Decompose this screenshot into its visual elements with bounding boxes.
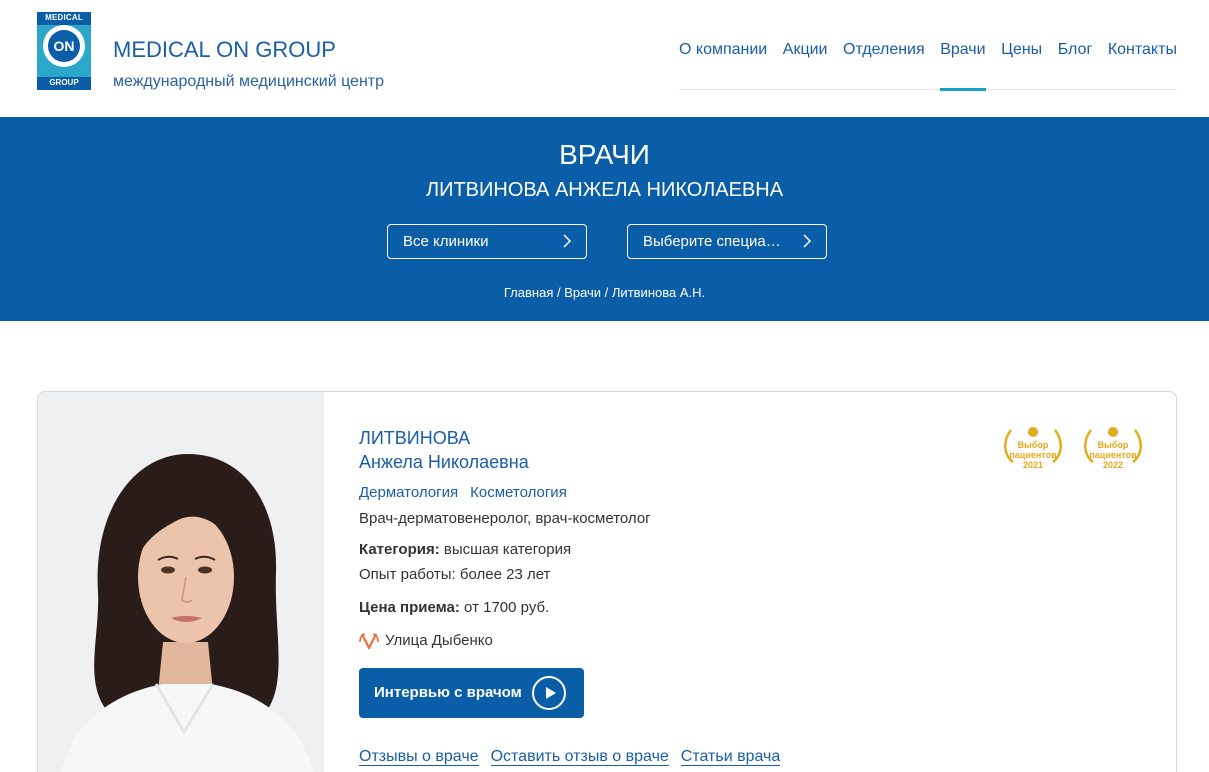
doctor-heading: ЛИТВИНОВА АНЖЕЛА НИКОЛАЕВНА (425, 179, 784, 201)
doctor-surname: ЛИТВИНОВА (359, 428, 471, 448)
specialty-links: Дерматология Косметология (359, 484, 579, 501)
award-year: 2022 (1102, 460, 1124, 470)
metro-station: Улица Дыбенко (359, 632, 493, 650)
nav-item-blog[interactable]: Блог (1058, 36, 1093, 90)
price-value: от 1700 руб. (459, 599, 550, 616)
doctor-portrait-image (38, 392, 324, 772)
nav-item-departments[interactable]: Отделения (843, 36, 925, 90)
chevron-right-icon (803, 234, 812, 248)
logo-text-top: MEDICAL (45, 13, 83, 22)
site-header: MEDICAL ON GROUP MEDICAL ON GROUP междун… (0, 0, 1209, 117)
specialty-link-dermatology[interactable]: Дерматология (359, 484, 458, 501)
category-label: Категория: (359, 541, 440, 558)
award-line2: пациентов (1089, 450, 1137, 460)
metro-icon (359, 633, 379, 650)
brand-title[interactable]: MEDICAL ON GROUP (113, 37, 336, 63)
award-line1: Выбор (1097, 440, 1129, 450)
articles-link[interactable]: Статьи врача (680, 748, 781, 766)
nav-item-promotions[interactable]: Акции (783, 36, 828, 90)
nav-item-prices[interactable]: Цены (1001, 36, 1042, 90)
leave-review-link[interactable]: Оставить отзыв о враче (490, 748, 669, 766)
logo-text-bottom: GROUP (49, 78, 79, 87)
doctor-experience: Опыт работы: более 23 лет (359, 566, 551, 583)
award-year: 2021 (1022, 460, 1044, 470)
play-icon (532, 676, 566, 710)
clinic-select-value: Все клиники (403, 233, 489, 250)
doctor-price: Цена приема: от 1700 руб. (359, 599, 549, 616)
interview-button-label: Интервью с врачом (374, 684, 522, 701)
award-line1: Выбор (1017, 440, 1049, 450)
doctor-links: Отзывы о враче Оставить отзыв о враче Стат… (359, 748, 792, 766)
nav-item-contacts[interactable]: Контакты (1108, 36, 1177, 90)
patients-choice-award-2022: Выбор пациентов 2022 (1081, 424, 1145, 476)
price-label: Цена приема: (359, 599, 460, 616)
page-title: ВРАЧИ (559, 139, 650, 170)
site-logo[interactable]: MEDICAL ON GROUP (37, 12, 91, 90)
brand-subtitle: международный медицинский центр (113, 73, 385, 90)
specialty-select-value: Выберите специа… (643, 233, 781, 250)
specialty-link-cosmetology[interactable]: Косметология (470, 484, 567, 501)
main-nav: О компании Акции Отделения Врачи Цены Бл… (679, 36, 1177, 91)
doctor-category: Категория: высшая категория (359, 541, 571, 558)
doctor-first-name: Анжела Николаевна (359, 452, 529, 472)
hero-banner: ВРАЧИ ЛИТВИНОВА АНЖЕЛА НИКОЛАЕВНА Все кл… (0, 117, 1209, 321)
logo-text-center: ON (48, 30, 80, 62)
interview-button[interactable]: Интервью с врачом (359, 668, 584, 718)
patients-choice-award-2021: Выбор пациентов 2021 (1001, 424, 1065, 476)
doctor-photo (38, 392, 324, 772)
specialty-select[interactable]: Выберите специа… (627, 224, 827, 259)
reviews-link[interactable]: Отзывы о враче (359, 748, 479, 766)
breadcrumb[interactable]: Главная / Врачи / Литвинова А.Н. (0, 285, 1209, 300)
doctor-role: Врач-дерматовенеролог, врач-косметолог (359, 510, 651, 527)
nav-item-about[interactable]: О компании (679, 36, 767, 90)
clinic-select[interactable]: Все клиники (387, 224, 587, 259)
metro-name: Улица Дыбенко (385, 632, 493, 649)
nav-item-doctors[interactable]: Врачи (940, 36, 986, 91)
category-value: высшая категория (439, 541, 572, 558)
doctor-card: ЛИТВИНОВА Анжела Николаевна Дерматология… (37, 391, 1177, 772)
award-line2: пациентов (1009, 450, 1057, 460)
chevron-right-icon (563, 234, 572, 248)
